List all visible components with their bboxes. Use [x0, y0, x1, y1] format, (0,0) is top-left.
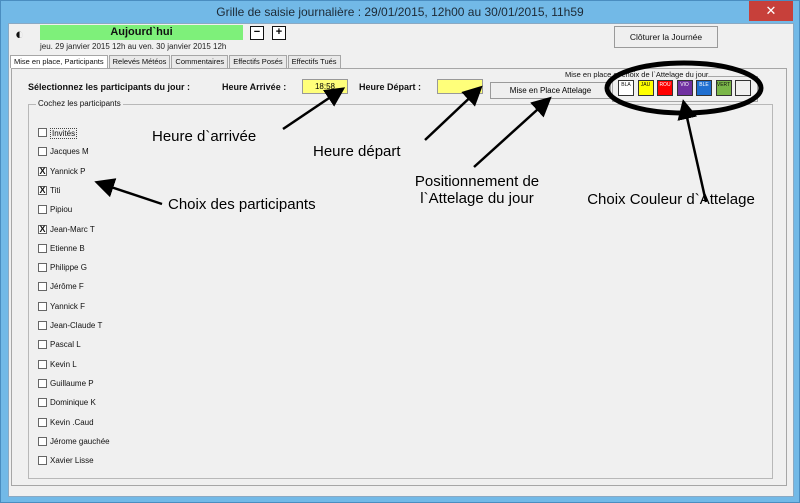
arrow-to-departure: [424, 85, 483, 141]
arrow-to-participants: [94, 178, 163, 206]
arrow-to-colors: [677, 99, 708, 203]
annotation-overlay: [94, 60, 764, 206]
arrow-to-arrival: [282, 87, 346, 131]
arrow-to-positioning: [473, 96, 552, 168]
